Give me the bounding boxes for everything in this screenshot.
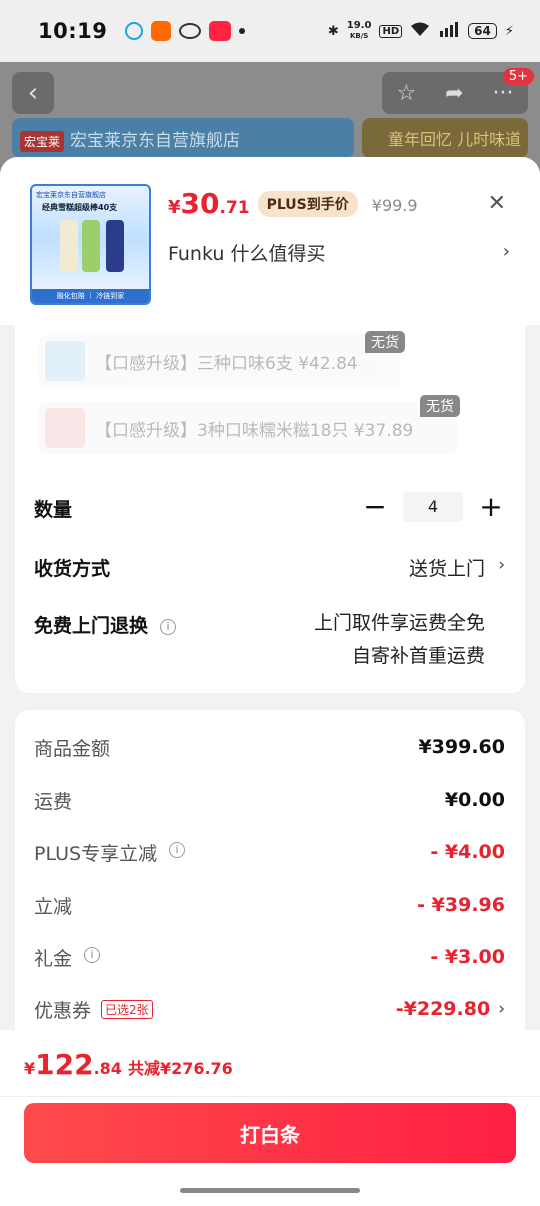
popsicle-image [60,220,78,272]
sold-out-badge: 无货 [365,331,405,353]
sku-option-label: 【口感升级】3种口味糯米糍18只 ¥37.89 [95,420,414,441]
close-icon[interactable]: ✕ [488,191,506,216]
original-price: ¥99.9 [371,196,418,215]
battery-icon: 64 [468,23,497,39]
popsicle-image [82,220,100,272]
promo-banner[interactable]: 童年回忆 儿时味道 [362,118,528,158]
summary-value: - ¥3.00 [430,946,505,968]
info-icon[interactable]: i [160,619,177,635]
summary-row: 运费 ¥0.00 [34,785,505,815]
divider [0,1096,540,1097]
hd-icon: HD [379,24,403,38]
message-badge: 5+ [502,68,534,85]
summary-label: 商品金额 [34,737,111,760]
charging-icon: ⚡ [504,23,514,39]
chevron-right-icon[interactable]: › [503,241,510,262]
popsicle-image [106,220,124,272]
quantity-input[interactable]: 4 [403,491,463,522]
summary-value: - ¥4.00 [430,841,505,863]
price-symbol: ¥ [168,197,181,218]
clock: 10:19 [38,19,108,43]
sold-out-badge: 无货 [420,395,460,417]
sku-selector-sheet: 宏宝莱京东自营旗舰店 经典雪糕超级棒40支 融化包赔 ｜ 冷链到家 ¥ 30 .… [0,157,540,1206]
taobao-app-icon [151,21,172,41]
quantity-label: 数量 [34,499,73,521]
signal-icon [438,21,460,41]
chevron-right-icon[interactable]: › [498,999,505,1019]
total-integer: 122 [35,1048,94,1081]
summary-label: 立减 [34,895,73,918]
summary-value: -¥229.80 [395,998,491,1020]
share-icon[interactable]: ➦ [445,81,463,106]
message-app-icon [125,22,144,40]
product-thumbnail[interactable]: 宏宝莱京东自营旗舰店 经典雪糕超级棒40支 融化包赔 ｜ 冷链到家 [30,184,151,305]
summary-label: 礼金 [34,947,73,970]
shop-banner[interactable]: 宏宝莱 宏宝莱京东自营旗舰店 [12,118,354,158]
home-indicator[interactable] [180,1188,360,1193]
summary-label: 运费 [34,790,73,813]
price-decimal: .71 [219,198,250,218]
coupon-row[interactable]: 优惠券 已选2张 -¥229.80 › [34,994,505,1024]
sku-option-image [45,341,85,381]
thumbnail-title: 经典雪糕超级棒40支 [42,203,118,212]
sku-option[interactable]: 【口感升级】3种口味糯米糍18只 ¥37.89 [39,402,457,454]
total-price: ¥ 122 .84 共减¥276.76 [24,1048,233,1081]
pay-button[interactable]: 打白条 [24,1103,516,1163]
free-return-text: 免费上门退换 [34,615,149,637]
info-icon[interactable]: i [169,842,186,858]
summary-row: 商品金额 ¥399.60 [34,732,505,762]
wechat-app-icon [179,23,202,39]
chevron-right-icon[interactable]: › [498,555,505,575]
wifi-icon [410,21,430,41]
status-bar: 10:19 ✱ 19.0 KB/S HD 64 ⚡ [0,0,540,62]
total-decimal: .84 [93,1059,122,1078]
star-icon[interactable]: ☆ [396,81,416,106]
coupon-count-tag: 已选2张 [101,999,153,1019]
plus-price-tag: PLUS到手价 [257,191,358,217]
delivery-label: 收货方式 [34,558,111,580]
return-line-1: 上门取件享运费全免 [313,612,485,634]
net-speed-value: 19.0 [346,20,372,31]
summary-label: 优惠券 [34,999,92,1022]
options-card: 【口感升级】三种口味6支 ¥42.84 无货 【口感升级】3种口味糯米糍18只 … [15,325,525,693]
shop-banner-text: 宏宝莱京东自营旗舰店 [70,131,241,151]
summary-row: 礼金 i - ¥3.00 [34,942,505,972]
back-icon[interactable]: ‹ [12,72,54,114]
increase-button[interactable]: + [475,490,507,523]
shop-logo: 宏宝莱 [20,131,65,152]
summary-value: ¥399.60 [418,736,505,758]
summary-row: 立减 - ¥39.96 [34,890,505,920]
free-return-label: 免费上门退换 i [34,611,177,638]
info-icon[interactable]: i [84,947,101,963]
xiaohongshu-app-icon [209,21,232,41]
net-speed-unit: KB/S [349,32,369,40]
summary-value: ¥0.00 [444,789,505,811]
net-speed: 19.0 KB/S [347,21,372,41]
price-integer: 30 [180,187,220,220]
checkout-footer: ¥ 122 .84 共减¥276.76 打白条 [0,1030,540,1206]
summary-row: PLUS专享立减 i - ¥4.00 [34,837,505,867]
product-header: 宏宝莱京东自营旗舰店 经典雪糕超级棒40支 融化包赔 ｜ 冷链到家 ¥ 30 .… [0,157,540,325]
price-row: ¥ 30 .71 PLUS到手价 ¥99.9 [168,187,418,221]
quantity-stepper: − 4 + [359,490,507,523]
return-line-2: 自寄补首重运费 [351,645,485,667]
sku-option-image [45,408,85,448]
system-icons: ✱ 19.0 KB/S HD 64 ⚡ [328,21,514,41]
total-symbol: ¥ [24,1059,36,1078]
bluetooth-icon: ✱ [327,23,339,39]
price-summary-card: 商品金额 ¥399.60 运费 ¥0.00 PLUS专享立减 i - ¥4.00… [15,710,525,1040]
return-info: 上门取件享运费全免 自寄补首重运费 [314,607,485,673]
thumbnail-shop-text: 宏宝莱京东自营旗舰店 [36,191,106,199]
sku-option-label: 【口感升级】三种口味6支 ¥42.84 [95,353,358,374]
sku-option[interactable]: 【口感升级】三种口味6支 ¥42.84 [39,335,401,387]
decrease-button[interactable]: − [359,490,391,523]
notification-icons [125,21,246,41]
summary-label: PLUS专享立减 [34,842,158,865]
summary-value: - ¥39.96 [417,894,505,916]
promo-source-link[interactable]: Funku 什么值得买 [168,239,508,266]
delivery-value[interactable]: 送货上门 [409,554,485,581]
total-saved: 共减¥276.76 [127,1059,233,1078]
more-notifications-dot-icon [239,28,246,34]
thumbnail-bar: 融化包赔 ｜ 冷链到家 [32,289,149,303]
